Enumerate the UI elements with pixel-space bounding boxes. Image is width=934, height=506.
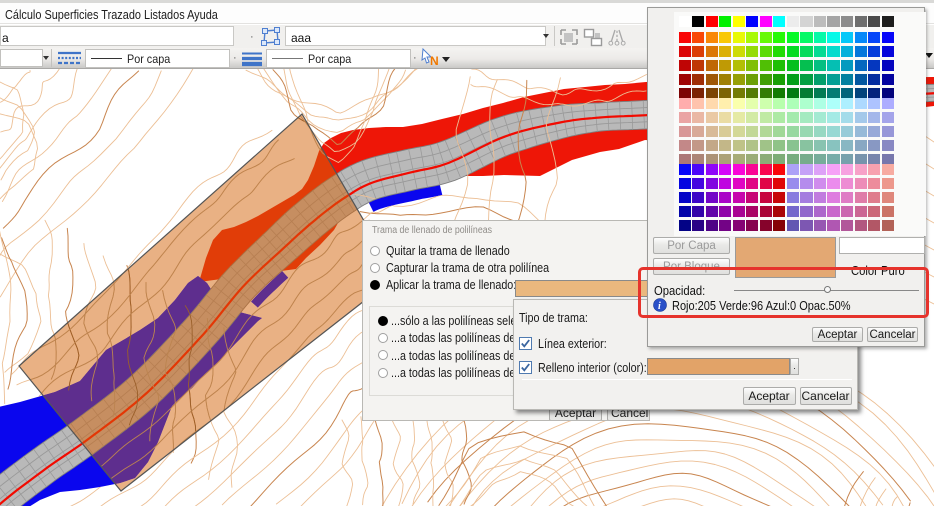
svg-text:N: N — [430, 54, 439, 68]
